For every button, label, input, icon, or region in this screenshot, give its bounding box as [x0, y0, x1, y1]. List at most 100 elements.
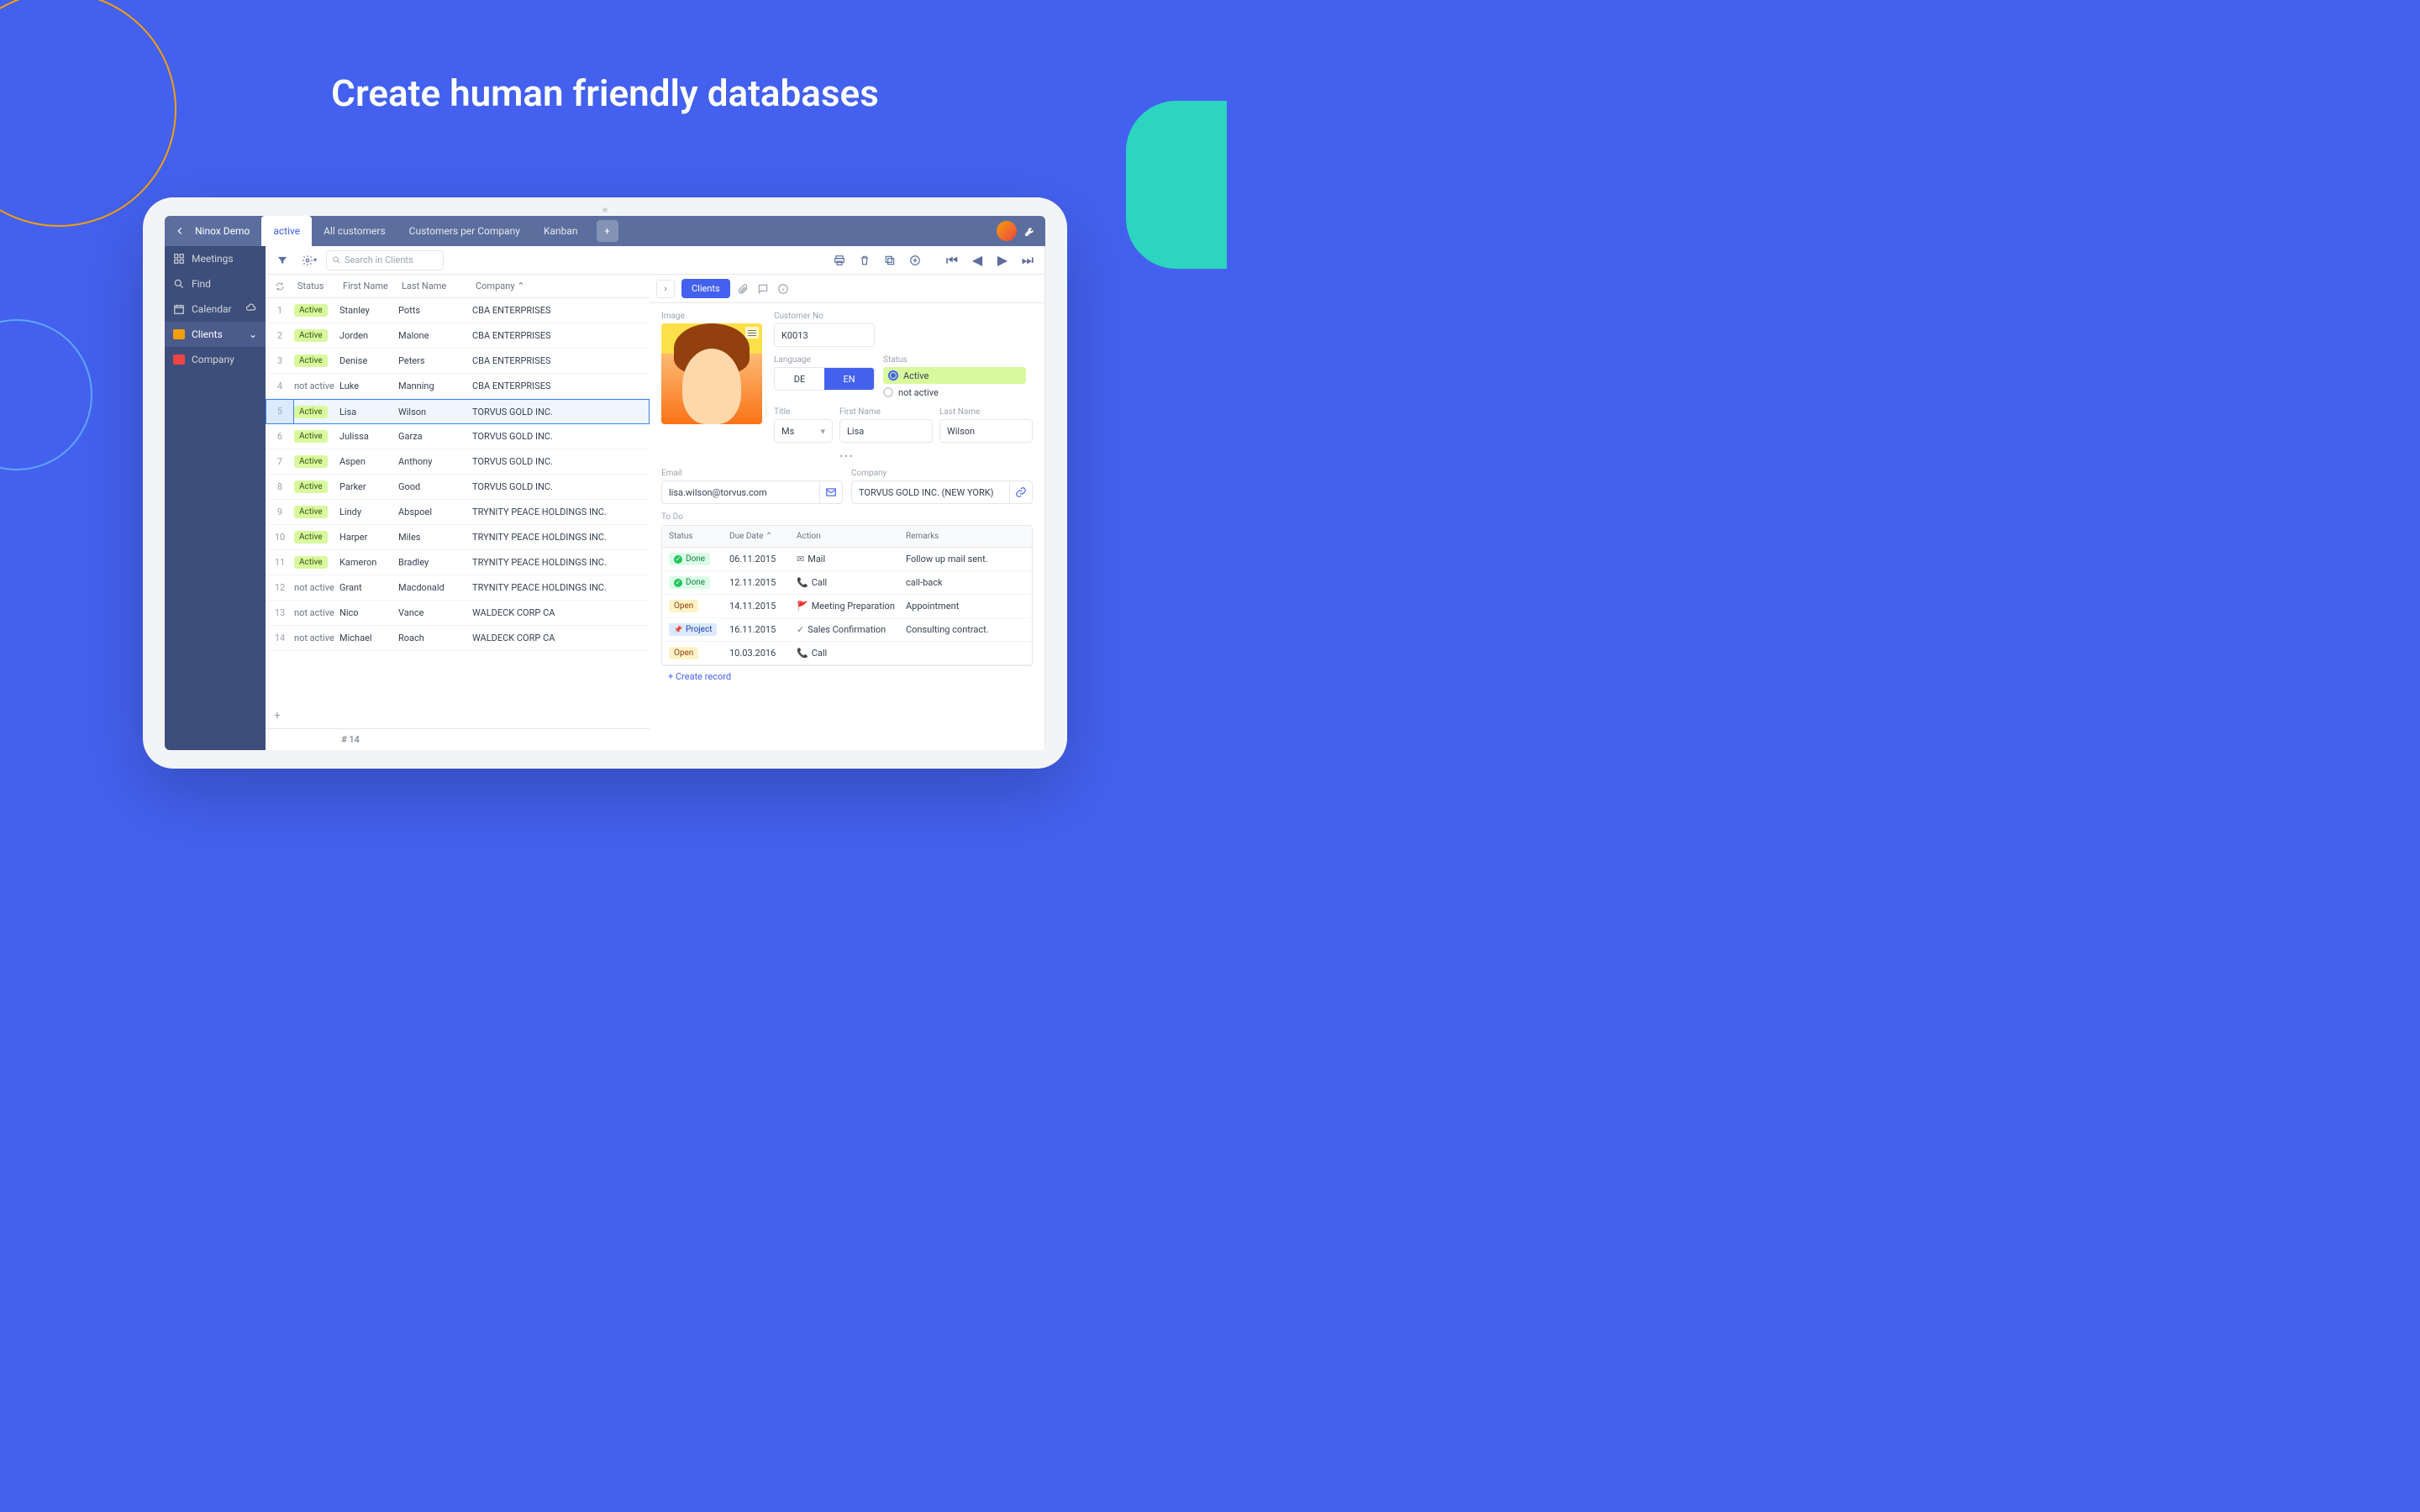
view-tab[interactable]: Kanban — [532, 216, 590, 246]
first-button[interactable]: ⏮ — [942, 250, 962, 270]
table-row[interactable]: 14not activeMichaelRoachWALDECK CORP CA — [266, 626, 650, 651]
customerno-input[interactable]: K0013 — [774, 323, 875, 347]
user-avatar[interactable] — [997, 221, 1017, 241]
search-placeholder: Search in Clients — [345, 255, 413, 265]
table-row[interactable]: 11ActiveKameronBradleyTRYNITY PEACE HOLD… — [266, 550, 650, 575]
status-notactive-option[interactable]: not active — [883, 384, 1026, 401]
table-row[interactable]: 10ActiveHarperMilesTRYNITY PEACE HOLDING… — [266, 525, 650, 550]
open-company-button[interactable] — [1009, 480, 1033, 504]
view-tab[interactable]: Customers per Company — [397, 216, 532, 246]
image-menu-icon[interactable] — [745, 327, 759, 339]
cell-company: TRYNITY PEACE HOLDINGS INC. — [472, 582, 650, 593]
send-email-button[interactable] — [819, 480, 843, 504]
cell-status: not active — [294, 633, 339, 643]
firstname-input[interactable]: Lisa — [839, 419, 933, 443]
todo-col-action[interactable]: Action — [797, 532, 906, 541]
filter-button[interactable] — [272, 250, 292, 270]
duplicate-button[interactable] — [880, 250, 900, 270]
attachment-icon[interactable] — [737, 283, 749, 295]
plus-circle-icon — [909, 255, 921, 266]
sidebar-item[interactable]: Company — [165, 347, 266, 372]
cell-company: CBA ENTERPRISES — [472, 305, 650, 316]
col-company[interactable]: Company ⌃ — [472, 281, 650, 291]
sidebar-item[interactable]: Find — [165, 271, 266, 297]
table-row[interactable]: 3ActiveDenisePetersCBA ENTERPRISES — [266, 349, 650, 374]
add-tab-button[interactable]: + — [597, 220, 618, 242]
cell-company: CBA ENTERPRISES — [472, 381, 650, 391]
back-button[interactable] — [165, 225, 195, 237]
language-label: Language — [774, 355, 875, 365]
detail-tab[interactable]: Clients — [681, 279, 730, 298]
cell-company: WALDECK CORP CA — [472, 633, 650, 643]
table-row[interactable]: 9ActiveLindyAbspoelTRYNITY PEACE HOLDING… — [266, 500, 650, 525]
section-collapse[interactable]: ••• — [661, 451, 1033, 462]
todo-row[interactable]: Done06.11.2015✉MailFollow up mail sent. — [662, 548, 1032, 571]
status-badge: Open — [669, 647, 698, 659]
view-tab[interactable]: All customers — [312, 216, 397, 246]
todo-col-date[interactable]: Due Date ⌃ — [729, 532, 797, 541]
settings-button[interactable]: ▾ — [299, 250, 319, 270]
search-icon — [173, 278, 185, 290]
todo-row[interactable]: Open10.03.2016📞Call — [662, 642, 1032, 665]
todo-date: 10.03.2016 — [729, 648, 797, 659]
row-number: 14 — [266, 633, 294, 643]
col-firstname[interactable]: First Name — [339, 281, 398, 291]
last-button[interactable]: ⏭ — [1018, 250, 1038, 270]
sidebar-item[interactable]: Meetings — [165, 246, 266, 271]
table-row[interactable]: 8ActiveParkerGoodTORVUS GOLD INC. — [266, 475, 650, 500]
add-row-button[interactable]: + — [266, 703, 650, 728]
print-button[interactable] — [829, 250, 850, 270]
lang-en[interactable]: EN — [824, 368, 874, 390]
title-select[interactable]: Ms▾ — [774, 419, 833, 443]
table-row[interactable]: 6ActiveJulissaGarzaTORVUS GOLD INC. — [266, 424, 650, 449]
todo-col-status[interactable]: Status — [662, 532, 729, 541]
profile-image[interactable] — [661, 323, 762, 424]
cell-firstname: Kameron — [339, 557, 398, 568]
company-input[interactable]: TORVUS GOLD INC. (NEW YORK) — [851, 480, 1009, 504]
status-badge: Open — [669, 600, 698, 612]
refresh-icon[interactable] — [275, 281, 285, 291]
table-row[interactable]: 4not activeLukeManningCBA ENTERPRISES — [266, 374, 650, 399]
lastname-input[interactable]: Wilson — [939, 419, 1033, 443]
col-lastname[interactable]: Last Name — [398, 281, 472, 291]
todo-row[interactable]: Project16.11.2015✓Sales ConfirmationCons… — [662, 618, 1032, 642]
todo-col-remarks[interactable]: Remarks — [906, 532, 1032, 541]
delete-button[interactable] — [855, 250, 875, 270]
add-button[interactable] — [905, 250, 925, 270]
status-active-option[interactable]: Active — [883, 367, 1026, 384]
search-input[interactable]: Search in Clients — [326, 250, 444, 270]
cell-lastname: Manning — [398, 381, 472, 391]
create-record-button[interactable]: + Create record — [661, 666, 1033, 687]
cell-lastname: Good — [398, 481, 472, 492]
sidebar-item[interactable]: Clients⌄ — [165, 322, 266, 347]
lang-de[interactable]: DE — [775, 368, 824, 390]
table-row[interactable]: 1ActiveStanleyPottsCBA ENTERPRISES — [266, 298, 650, 323]
collapse-button[interactable]: › — [656, 280, 675, 298]
row-number: 1 — [266, 305, 294, 316]
table-row[interactable]: 12not activeGrantMacdonaldTRYNITY PEACE … — [266, 575, 650, 601]
todo-row[interactable]: Done12.11.2015📞Callcall-back — [662, 571, 1032, 595]
view-tab[interactable]: active — [261, 216, 312, 246]
cell-lastname: Miles — [398, 532, 472, 543]
prev-button[interactable]: ◀ — [967, 250, 987, 270]
email-input[interactable]: lisa.wilson@torvus.com — [661, 480, 819, 504]
table-row[interactable]: 2ActiveJordenMaloneCBA ENTERPRISES — [266, 323, 650, 349]
info-icon[interactable] — [777, 283, 789, 295]
next-button[interactable]: ▶ — [992, 250, 1013, 270]
row-number: 6 — [266, 431, 294, 442]
todo-row[interactable]: Open14.11.2015🚩Meeting PreparationAppoin… — [662, 595, 1032, 618]
wrench-icon[interactable] — [1023, 224, 1037, 238]
cell-lastname: Malone — [398, 330, 472, 341]
comment-icon[interactable] — [757, 283, 769, 295]
title-label: Title — [774, 407, 833, 417]
cell-firstname: Denise — [339, 355, 398, 366]
todo-label: To Do — [661, 512, 1033, 522]
row-number: 4 — [266, 381, 294, 391]
table-row[interactable]: 13not activeNicoVanceWALDECK CORP CA — [266, 601, 650, 626]
hero-title: Create human friendly databases — [0, 71, 1210, 115]
table-row[interactable]: 5ActiveLisaWilsonTORVUS GOLD INC. — [266, 399, 650, 424]
col-status[interactable]: Status — [294, 281, 339, 291]
sidebar-item[interactable]: Calendar — [165, 297, 266, 322]
table-row[interactable]: 7ActiveAspenAnthonyTORVUS GOLD INC. — [266, 449, 650, 475]
copy-icon — [884, 255, 896, 266]
